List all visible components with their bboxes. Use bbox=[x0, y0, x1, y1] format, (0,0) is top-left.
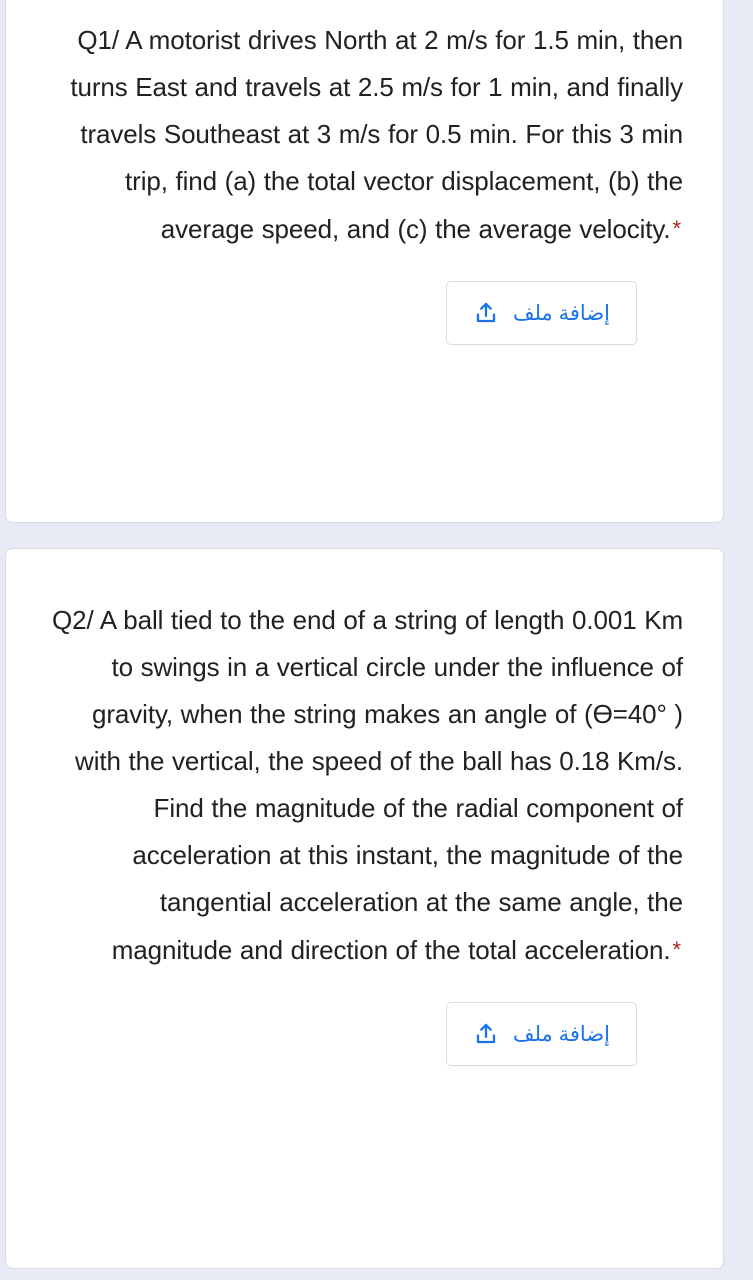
question-text-q1-body: Q1/ A motorist drives North at 2 m/s for… bbox=[70, 25, 691, 244]
add-file-button-q2[interactable]: إضافة ملف bbox=[445, 1002, 637, 1066]
form-scroll-area[interactable]: Q1/ A motorist drives North at 2 m/s for… bbox=[0, 0, 753, 1280]
add-file-button-q2-label: إضافة ملف bbox=[512, 1022, 610, 1046]
upload-row-q2: إضافة ملف bbox=[46, 1002, 683, 1066]
question-card-q2-inner: Q2/ A ball tied to the end of a string o… bbox=[6, 549, 723, 1066]
upload-icon bbox=[473, 1021, 499, 1047]
question-card-q2[interactable]: Q2/ A ball tied to the end of a string o… bbox=[5, 548, 724, 1269]
add-file-button-q1[interactable]: إضافة ملف bbox=[445, 281, 637, 345]
question-card-q1-inner: Q1/ A motorist drives North at 2 m/s for… bbox=[6, 0, 723, 345]
add-file-button-q1-label: إضافة ملف bbox=[512, 301, 610, 325]
question-card-q1[interactable]: Q1/ A motorist drives North at 2 m/s for… bbox=[5, 0, 724, 523]
question-text-q2: Q2/ A ball tied to the end of a string o… bbox=[46, 597, 683, 974]
page-background-gutter bbox=[726, 0, 753, 1280]
question-text-q1: Q1/ A motorist drives North at 2 m/s for… bbox=[46, 17, 683, 253]
question-text-q2-body: Q2/ A ball tied to the end of a string o… bbox=[52, 605, 691, 965]
required-asterisk-q1: * bbox=[672, 216, 682, 241]
required-asterisk-q2: * bbox=[672, 937, 682, 962]
upload-icon bbox=[473, 300, 499, 326]
upload-row-q1: إضافة ملف bbox=[46, 281, 683, 345]
